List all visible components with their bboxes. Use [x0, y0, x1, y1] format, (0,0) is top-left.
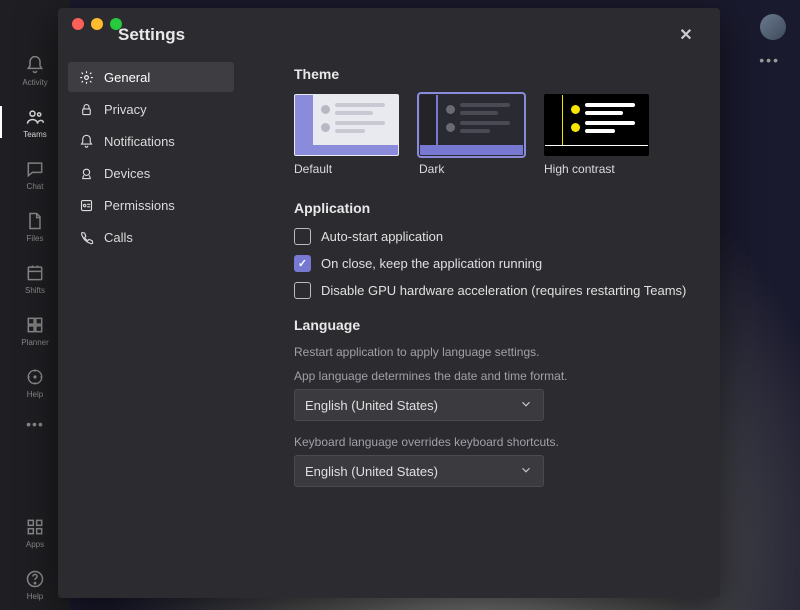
rail-more-icon[interactable]: ••• — [26, 416, 44, 432]
chat-icon — [24, 158, 46, 180]
close-window-icon[interactable] — [72, 18, 84, 30]
rail-label: Shifts — [25, 286, 45, 295]
nav-item-devices[interactable]: Devices — [68, 158, 234, 188]
settings-content: Theme Default — [244, 62, 720, 598]
theme-option-default[interactable]: Default — [294, 94, 399, 176]
nav-label: Permissions — [104, 198, 175, 213]
minimize-window-icon[interactable] — [91, 18, 103, 30]
language-heading: Language — [294, 317, 700, 333]
application-heading: Application — [294, 200, 700, 216]
nav-label: Calls — [104, 230, 133, 245]
check-disable-gpu[interactable]: Disable GPU hardware acceleration (requi… — [294, 282, 700, 299]
theme-thumb-hc — [544, 94, 649, 156]
nav-item-privacy[interactable]: Privacy — [68, 94, 234, 124]
modal-header: Settings ✕ — [58, 8, 720, 62]
rail-label: Planner — [21, 338, 49, 347]
nav-item-calls[interactable]: Calls — [68, 222, 234, 252]
app-language-dropdown[interactable]: English (United States) — [294, 389, 544, 421]
check-label: Disable GPU hardware acceleration (requi… — [321, 283, 686, 298]
rail-label: Help — [27, 592, 43, 601]
modal-title: Settings — [118, 25, 185, 45]
check-label: On close, keep the application running — [321, 256, 542, 271]
close-icon[interactable]: ✕ — [672, 21, 700, 49]
more-menu-icon[interactable]: ••• — [759, 52, 780, 68]
checkbox[interactable] — [294, 228, 311, 245]
checkbox[interactable] — [294, 282, 311, 299]
nav-label: Notifications — [104, 134, 175, 149]
theme-thumb-default — [294, 94, 399, 156]
kb-lang-note: Keyboard language overrides keyboard sho… — [294, 435, 700, 449]
theme-label: Default — [294, 162, 399, 176]
nav-item-general[interactable]: General — [68, 62, 234, 92]
phone-icon — [78, 229, 94, 245]
gear-icon — [78, 69, 94, 85]
app-lang-note: App language determines the date and tim… — [294, 369, 700, 383]
avatar[interactable] — [760, 14, 786, 40]
apps-icon — [24, 516, 46, 538]
help-icon — [24, 366, 46, 388]
nav-item-notifications[interactable]: Notifications — [68, 126, 234, 156]
rail-label: Apps — [26, 540, 44, 549]
check-autostart[interactable]: Auto-start application — [294, 228, 700, 245]
keyboard-language-dropdown[interactable]: English (United States) — [294, 455, 544, 487]
devices-icon — [78, 165, 94, 181]
theme-label: Dark — [419, 162, 524, 176]
dropdown-value: English (United States) — [305, 464, 438, 479]
maximize-window-icon[interactable] — [110, 18, 122, 30]
shifts-icon — [24, 262, 46, 284]
theme-options: Default Dark — [294, 94, 700, 176]
chevron-down-icon — [519, 463, 533, 480]
rail-label: Help — [27, 390, 43, 399]
theme-option-high-contrast[interactable]: High contrast — [544, 94, 649, 176]
theme-label: High contrast — [544, 162, 649, 176]
permissions-icon — [78, 197, 94, 213]
check-keep-running[interactable]: On close, keep the application running — [294, 255, 700, 272]
settings-modal: Settings ✕ General Privacy Notifications… — [58, 8, 720, 598]
settings-nav: General Privacy Notifications Devices Pe… — [58, 62, 244, 598]
planner-icon — [24, 314, 46, 336]
restart-note: Restart application to apply language se… — [294, 345, 700, 359]
dropdown-value: English (United States) — [305, 398, 438, 413]
rail-label: Files — [27, 234, 44, 243]
checkbox[interactable] — [294, 255, 311, 272]
help-circle-icon — [24, 568, 46, 590]
nav-item-permissions[interactable]: Permissions — [68, 190, 234, 220]
theme-heading: Theme — [294, 66, 700, 82]
bell-icon — [24, 54, 46, 76]
teams-icon — [24, 106, 46, 128]
theme-thumb-dark — [419, 94, 524, 156]
nav-label: Devices — [104, 166, 150, 181]
chevron-down-icon — [519, 397, 533, 414]
theme-option-dark[interactable]: Dark — [419, 94, 524, 176]
bell-icon — [78, 133, 94, 149]
rail-label: Chat — [27, 182, 44, 191]
lock-icon — [78, 101, 94, 117]
check-label: Auto-start application — [321, 229, 443, 244]
rail-label: Activity — [22, 78, 47, 87]
rail-label: Teams — [23, 130, 47, 139]
nav-label: Privacy — [104, 102, 147, 117]
window-controls — [72, 18, 122, 30]
files-icon — [24, 210, 46, 232]
nav-label: General — [104, 70, 150, 85]
